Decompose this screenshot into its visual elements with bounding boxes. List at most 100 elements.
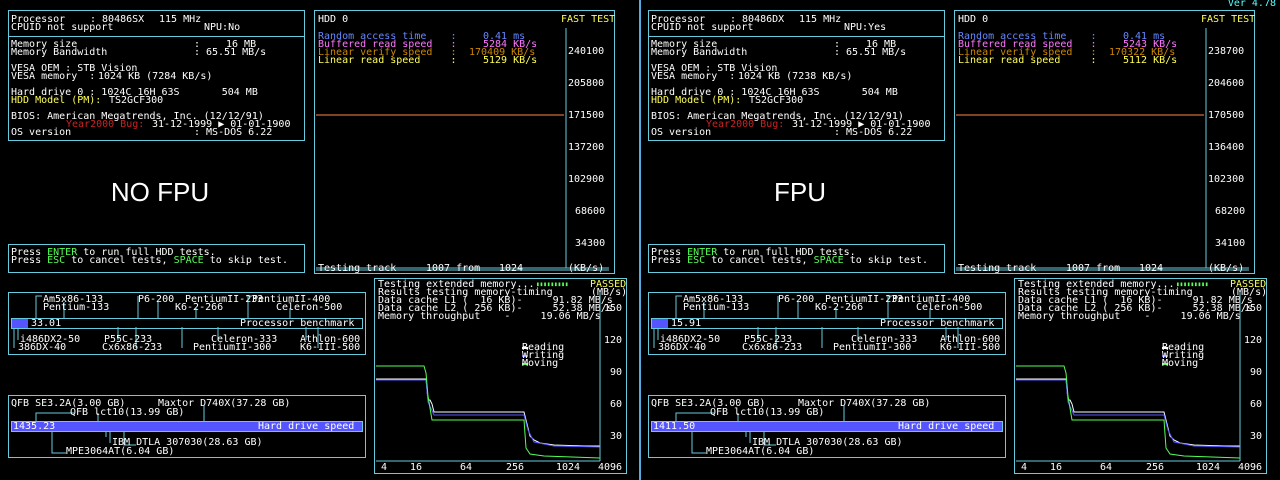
- track-total: 1024: [499, 263, 524, 274]
- track-unit: (KB/s): [1208, 263, 1245, 274]
- cpu-benchmark-label: Processor benchmark: [240, 318, 355, 329]
- track-progress: 1007 from: [1066, 263, 1121, 274]
- memory-bandwidth-label: Memory Bandwidth: [11, 47, 108, 58]
- memory-graph: [376, 292, 601, 462]
- fpu-caption: FPU: [774, 177, 826, 207]
- cpu-ref-label: PentiumII-300: [193, 342, 272, 353]
- mem-x-tick: 4: [1021, 462, 1028, 473]
- cpu-ref-label: P6-200: [778, 294, 815, 305]
- cpu-ref-label: Pentium-133: [683, 302, 750, 313]
- mem-x-tick: 16: [410, 462, 423, 473]
- hdd-benchmark-label: Hard drive speed: [898, 421, 995, 432]
- cpu-benchmark-value: 15.91: [671, 318, 702, 329]
- testing-track-label: Testing track: [958, 263, 1037, 274]
- npu-status: NPU:No: [204, 22, 241, 33]
- cpu-ref-label: Pentium-133: [43, 302, 110, 313]
- mem-x-tick: 4096: [1238, 462, 1263, 473]
- npu-status: NPU:Yes: [844, 22, 887, 33]
- mem-x-tick: 64: [1100, 462, 1113, 473]
- cpu-ref-label: Cx6x86-233: [742, 342, 803, 353]
- cpu-ref-label: PentiumII-300: [833, 342, 912, 353]
- cpu-benchmark-value: 33.01: [31, 318, 62, 329]
- press-esc-line: Press ESC to cancel tests, SPACE to skip…: [651, 255, 928, 266]
- left-panel-no-fpu: Processor : 80486SX 115 MHz CPUID not su…: [0, 0, 640, 480]
- hdd-y-tick: 68200: [1215, 206, 1246, 217]
- os-label: OS version: [651, 127, 712, 138]
- writing-line: [376, 379, 601, 448]
- vesa-memory-value: 1024 KB (7238 KB/s): [738, 71, 853, 82]
- hdd-y-tick: 171500: [568, 110, 605, 121]
- os-label: OS version: [11, 127, 72, 138]
- cpu-ref-label: K6-III-500: [300, 342, 361, 353]
- y2k-label: Year2000 Bug:: [706, 119, 785, 130]
- hdd-y-tick: 34100: [1215, 238, 1246, 249]
- cpu-ref-label: K6-2-266: [815, 302, 864, 313]
- cpu-ref-label: Celeron-500: [916, 302, 983, 313]
- right-panel-fpu: Processor : 80486DX 115 MHz CPUID not su…: [640, 0, 1280, 480]
- colon: :: [194, 47, 201, 58]
- hdd-y-tick: 238700: [1208, 46, 1245, 57]
- cpu-benchmark-label: Processor benchmark: [880, 318, 995, 329]
- hdd-benchmark-value: 1435.23: [13, 421, 56, 432]
- reading-line: [376, 378, 600, 447]
- vesa-memory-value: 1024 KB (7284 KB/s): [98, 71, 213, 82]
- cpu-ref-label: Cx6x86-233: [102, 342, 163, 353]
- cpu-mhz: 115 MHz: [799, 14, 842, 25]
- memory-graph: [1016, 292, 1241, 462]
- vesa-memory-label: VESA memory :: [651, 71, 736, 82]
- press-esc-line: Press ESC to cancel tests, SPACE to skip…: [11, 255, 288, 266]
- mem-x-tick: 256: [1146, 462, 1165, 473]
- hdd-model-label: HDD Model (PM):: [651, 95, 742, 106]
- hdd-model-label: HDD Model (PM):: [11, 95, 102, 106]
- hdd-model-value: TS2GCF300: [749, 95, 804, 106]
- reading-line: [1016, 378, 1240, 447]
- divider: [8, 36, 305, 37]
- fpu-caption: NO FPU: [110, 177, 210, 207]
- hdd-ref-label: MPE3064AT(6.04 GB): [706, 446, 815, 457]
- cpu-ref-label: 386DX-40: [18, 342, 67, 353]
- memory-bandwidth-value: 65.51 MB/s: [846, 47, 907, 58]
- hdd-y-tick: 136400: [1208, 142, 1245, 153]
- hdd-y-tick: 205800: [568, 78, 605, 89]
- hdd-ref-label: MPE3064AT(6.04 GB): [66, 446, 175, 457]
- mem-x-tick: 1024: [1196, 462, 1221, 473]
- hdd-y-tick: 204600: [1208, 78, 1245, 89]
- track-progress: 1007 from: [426, 263, 481, 274]
- hdd-y-tick: 68600: [575, 206, 606, 217]
- colon: :: [834, 47, 841, 58]
- esc-key[interactable]: ESC: [47, 255, 65, 266]
- hdd-y-tick: 102300: [1208, 174, 1245, 185]
- track-unit: (KB/s): [568, 263, 605, 274]
- writing-line: [1016, 379, 1241, 448]
- cpu-bar-fill: [12, 319, 28, 328]
- memory-bandwidth-value: 65.51 MB/s: [206, 47, 267, 58]
- vesa-memory-label: VESA memory :: [11, 71, 96, 82]
- esc-key[interactable]: ESC: [687, 255, 705, 266]
- track-total: 1024: [1139, 263, 1164, 274]
- cpu-ref-label: Celeron-500: [276, 302, 343, 313]
- hdd-y-tick: 137200: [568, 142, 605, 153]
- mem-x-tick: 1024: [556, 462, 581, 473]
- cpuid-text: CPUID not support: [651, 22, 754, 33]
- mem-x-tick: 4: [381, 462, 388, 473]
- os-value: : MS-DOS 6.22: [194, 127, 273, 138]
- hdd-y-tick: 170500: [1208, 110, 1245, 121]
- mem-x-tick: 16: [1050, 462, 1063, 473]
- mem-x-tick: 64: [460, 462, 473, 473]
- memory-bandwidth-label: Memory Bandwidth: [651, 47, 748, 58]
- cpu-ref-label: 386DX-40: [658, 342, 707, 353]
- cpu-bar-fill: [652, 319, 668, 328]
- hdd-y-tick: 240100: [568, 46, 605, 57]
- hdd-y-tick: 102900: [568, 174, 605, 185]
- y2k-label: Year2000 Bug:: [66, 119, 145, 130]
- hdd-ref-label: QFB lct10(13.99 GB): [710, 407, 825, 418]
- cpuid-text: CPUID not support: [11, 22, 114, 33]
- cpu-ref-label: K6-III-500: [940, 342, 1001, 353]
- divider: [648, 36, 945, 37]
- legend-moving: Moving: [1162, 358, 1199, 369]
- cpu-ref-label: K6-2-266: [175, 302, 224, 313]
- space-key[interactable]: SPACE: [814, 255, 844, 266]
- space-key[interactable]: SPACE: [174, 255, 204, 266]
- hdd-ref-label: QFB lct10(13.99 GB): [70, 407, 185, 418]
- hdd-model-value: TS2GCF300: [109, 95, 164, 106]
